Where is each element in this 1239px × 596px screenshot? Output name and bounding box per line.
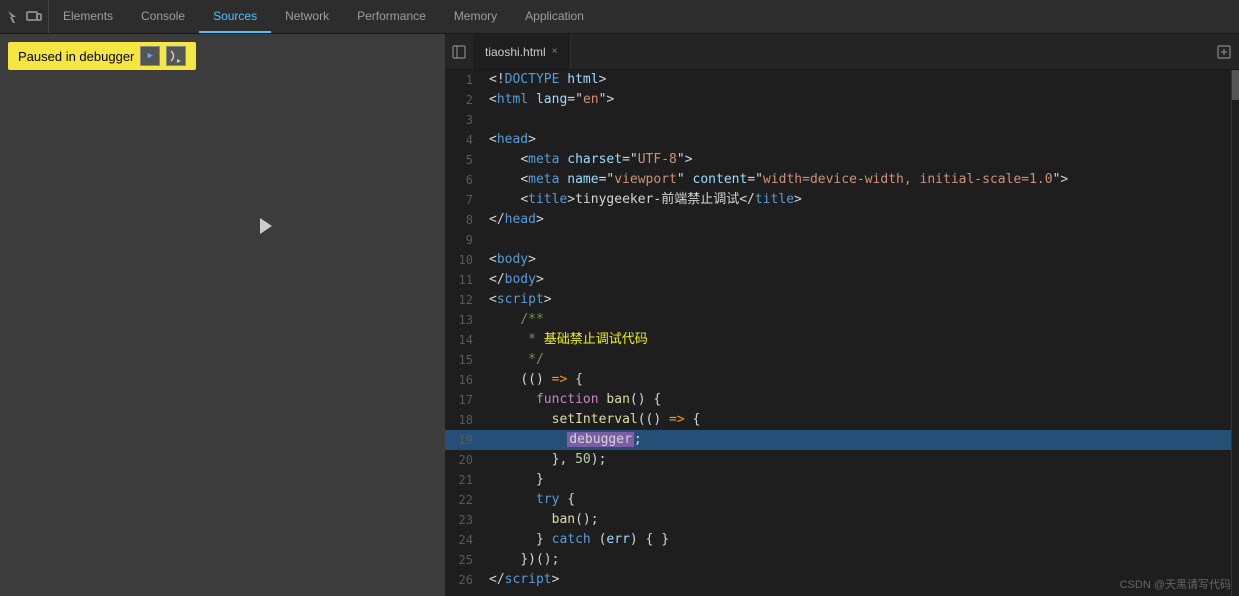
file-tab-actions[interactable] bbox=[1217, 45, 1239, 59]
table-row: 22 try { bbox=[445, 490, 1239, 510]
table-row: 2 <html lang="en"> bbox=[445, 90, 1239, 110]
main-area: Paused in debugger ▶ bbox=[0, 34, 1239, 596]
cursor-area bbox=[0, 78, 445, 596]
tab-memory[interactable]: Memory bbox=[440, 0, 511, 33]
table-row: 6 <meta name="viewport" content="width=d… bbox=[445, 170, 1239, 190]
table-row: 1 <!DOCTYPE html> bbox=[445, 70, 1239, 90]
tab-console[interactable]: Console bbox=[127, 0, 199, 33]
tab-application[interactable]: Application bbox=[511, 0, 598, 33]
sidebar-toggle-button[interactable] bbox=[445, 34, 473, 69]
devtools-icon-group bbox=[0, 0, 49, 33]
step-button[interactable] bbox=[166, 46, 186, 66]
table-row: 15 */ bbox=[445, 350, 1239, 370]
code-table: 1 <!DOCTYPE html> 2 <html lang="en"> 3 4… bbox=[445, 70, 1239, 590]
add-tab-icon bbox=[1217, 45, 1231, 59]
table-row: 21 } bbox=[445, 470, 1239, 490]
cursor-pointer bbox=[260, 218, 272, 234]
tab-network[interactable]: Network bbox=[271, 0, 343, 33]
table-row: 4 <head> bbox=[445, 130, 1239, 150]
table-row: 7 <title>tinygeeker-前端禁止调试</title> bbox=[445, 190, 1239, 210]
table-row: 16 (() => { bbox=[445, 370, 1239, 390]
debugger-banner-text: Paused in debugger bbox=[18, 49, 134, 64]
code-editor[interactable]: 1 <!DOCTYPE html> 2 <html lang="en"> 3 4… bbox=[445, 70, 1239, 596]
resume-button[interactable]: ▶ bbox=[140, 46, 160, 66]
file-tab-name: tiaoshi.html bbox=[485, 45, 546, 59]
left-panel: Paused in debugger ▶ bbox=[0, 34, 445, 596]
step-icon bbox=[169, 49, 183, 63]
scrollbar-thumb[interactable] bbox=[1232, 70, 1239, 100]
watermark: CSDN @天黑请写代码 bbox=[1120, 576, 1231, 592]
tab-performance[interactable]: Performance bbox=[343, 0, 440, 33]
devtools-topbar: Elements Console Sources Network Perform… bbox=[0, 0, 1239, 34]
table-row: 11 </body> bbox=[445, 270, 1239, 290]
right-panel: tiaoshi.html × 1 <!DOCTYPE html> bbox=[445, 34, 1239, 596]
file-tab-close-button[interactable]: × bbox=[552, 46, 558, 57]
tab-sources[interactable]: Sources bbox=[199, 0, 271, 33]
table-row: 20 }, 50); bbox=[445, 450, 1239, 470]
device-icon[interactable] bbox=[26, 9, 42, 25]
table-row: 13 /** bbox=[445, 310, 1239, 330]
tab-elements[interactable]: Elements bbox=[49, 0, 127, 33]
inspect-icon[interactable] bbox=[6, 9, 22, 25]
table-row: 25 })(); bbox=[445, 550, 1239, 570]
file-tab-bar: tiaoshi.html × bbox=[445, 34, 1239, 70]
table-row: 5 <meta charset="UTF-8"> bbox=[445, 150, 1239, 170]
scrollbar-track[interactable] bbox=[1231, 70, 1239, 596]
debugger-banner: Paused in debugger ▶ bbox=[8, 42, 196, 70]
table-row: 24 } catch (err) { } bbox=[445, 530, 1239, 550]
table-row: 23 ban(); bbox=[445, 510, 1239, 530]
table-row: 17 function ban() { bbox=[445, 390, 1239, 410]
sidebar-icon bbox=[452, 45, 466, 59]
table-row: 8 </head> bbox=[445, 210, 1239, 230]
table-row: 14 * 基础禁止调试代码 bbox=[445, 330, 1239, 350]
table-row: 10 <body> bbox=[445, 250, 1239, 270]
table-row: 9 bbox=[445, 230, 1239, 250]
table-row: 3 bbox=[445, 110, 1239, 130]
table-row-highlighted: 19 debugger; bbox=[445, 430, 1239, 450]
table-row: 12 <script> bbox=[445, 290, 1239, 310]
table-row: 18 setInterval(() => { bbox=[445, 410, 1239, 430]
file-tab-tiaoshi[interactable]: tiaoshi.html × bbox=[473, 34, 571, 69]
